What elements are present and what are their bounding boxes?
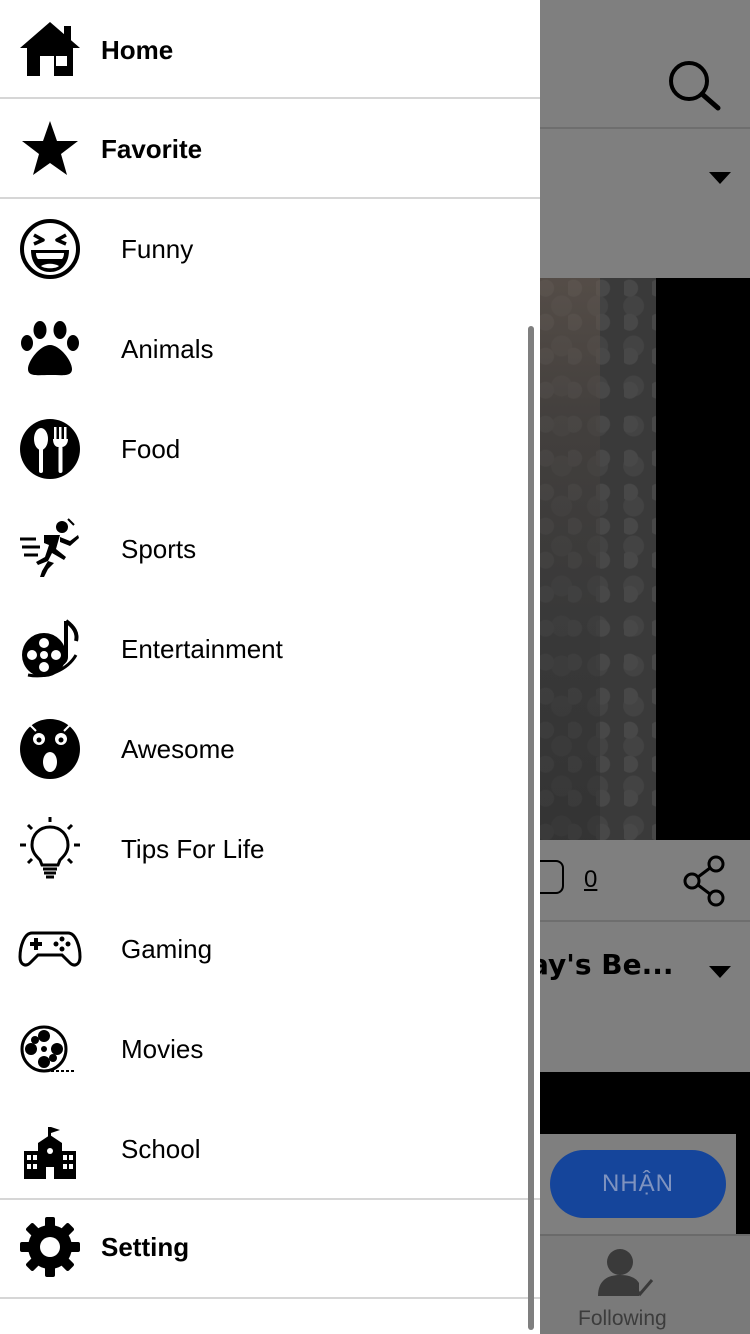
drawer-item-label: Food [121, 433, 181, 464]
fork-spoon-icon [18, 417, 82, 481]
shocked-face-icon [18, 717, 82, 781]
drawer-item-label: Awesome [121, 733, 235, 764]
drawer-item-label: Favorite [101, 133, 203, 164]
navigation-drawer: Home Favorite Funny Animals Food Sports … [0, 0, 540, 1334]
video-thumbnail [540, 1072, 750, 1134]
drawer-item-gaming[interactable]: Gaming [0, 899, 540, 999]
share-icon[interactable] [682, 854, 728, 908]
drawer-item-home[interactable]: Home [0, 0, 540, 100]
drawer-item-favorite[interactable]: Favorite [0, 99, 540, 199]
search-icon[interactable] [664, 56, 724, 116]
home-icon [18, 18, 82, 82]
post-title[interactable]: ay's Be... [530, 948, 674, 981]
dropdown-caret-icon[interactable] [709, 172, 731, 184]
drawer-item-label: School [121, 1133, 201, 1164]
drawer-item-food[interactable]: Food [0, 399, 540, 499]
drawer-item-label: Tips For Life [121, 833, 265, 864]
video-thumbnail[interactable] [540, 278, 750, 840]
divider [0, 1297, 540, 1299]
ad-banner-edge [736, 1134, 750, 1234]
drawer-item-sports[interactable]: Sports [0, 499, 540, 599]
following-user-icon[interactable] [596, 1246, 654, 1298]
running-person-icon [18, 517, 82, 581]
drawer-item-entertainment[interactable]: Entertainment [0, 599, 540, 699]
drawer-item-awesome[interactable]: Awesome [0, 699, 540, 799]
drawer-item-label: Animals [121, 333, 214, 364]
tab-following[interactable]: Following [578, 1307, 667, 1331]
drawer-item-label: Entertainment [121, 633, 283, 664]
drawer-item-animals[interactable]: Animals [0, 299, 540, 399]
lightbulb-icon [18, 817, 82, 881]
film-reel-icon [18, 1017, 82, 1081]
drawer-item-label: Gaming [121, 933, 213, 964]
background-divider [540, 127, 750, 129]
drawer-item-label: Sports [121, 533, 197, 564]
drawer-item-setting[interactable]: Setting [0, 1197, 540, 1297]
drawer-item-movies[interactable]: Movies [0, 999, 540, 1099]
drawer-item-label: Setting [101, 1231, 190, 1262]
star-icon [18, 117, 82, 181]
drawer-item-school[interactable]: School [0, 1099, 540, 1199]
school-building-icon [18, 1117, 82, 1181]
dropdown-caret-icon[interactable] [709, 966, 731, 978]
background-divider [540, 920, 750, 922]
comment-count[interactable]: 0 [584, 866, 597, 894]
gamepad-icon [18, 917, 82, 981]
drawer-item-label: Home [101, 34, 174, 65]
paw-icon [18, 317, 82, 381]
ad-cta-button[interactable]: NHẬN [550, 1150, 726, 1218]
laughing-face-icon [18, 217, 82, 281]
drawer-item-tips-for-life[interactable]: Tips For Life [0, 799, 540, 899]
gear-icon [18, 1215, 82, 1279]
film-music-icon [18, 617, 82, 681]
drawer-item-label: Funny [121, 233, 194, 264]
scrollbar[interactable] [528, 326, 534, 1330]
drawer-item-funny[interactable]: Funny [0, 199, 540, 299]
drawer-item-label: Movies [121, 1033, 204, 1064]
